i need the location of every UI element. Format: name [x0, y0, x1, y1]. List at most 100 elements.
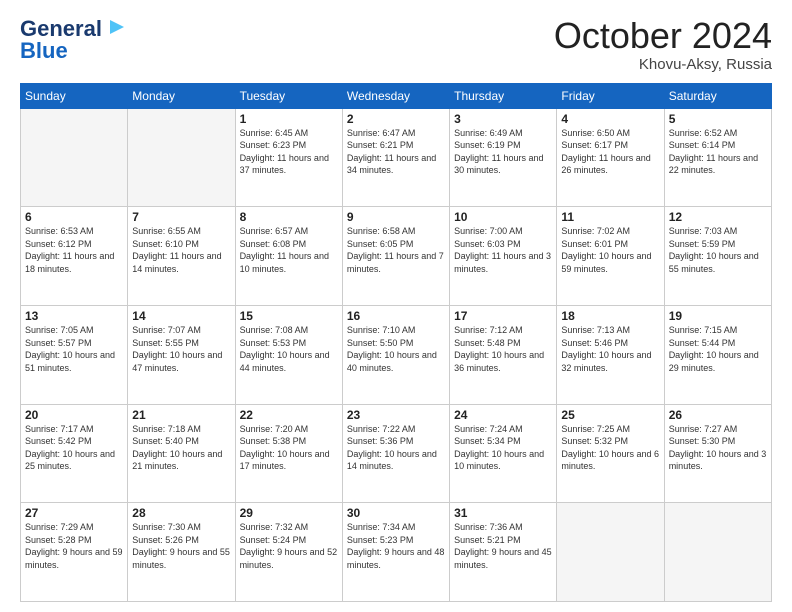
day-number: 17	[454, 309, 552, 323]
logo: General Blue	[20, 16, 126, 65]
day-info: Sunrise: 7:20 AMSunset: 5:38 PMDaylight:…	[240, 423, 338, 473]
day-number: 25	[561, 408, 659, 422]
calendar-week-row: 1Sunrise: 6:45 AMSunset: 6:23 PMDaylight…	[21, 108, 772, 207]
month-title: October 2024	[554, 16, 772, 56]
day-number: 13	[25, 309, 123, 323]
day-number: 19	[669, 309, 767, 323]
day-info: Sunrise: 7:00 AMSunset: 6:03 PMDaylight:…	[454, 225, 552, 275]
day-number: 4	[561, 112, 659, 126]
table-row: 13Sunrise: 7:05 AMSunset: 5:57 PMDayligh…	[21, 305, 128, 404]
day-number: 21	[132, 408, 230, 422]
table-row: 3Sunrise: 6:49 AMSunset: 6:19 PMDaylight…	[450, 108, 557, 207]
day-info: Sunrise: 6:52 AMSunset: 6:14 PMDaylight:…	[669, 127, 767, 177]
table-row: 30Sunrise: 7:34 AMSunset: 5:23 PMDayligh…	[342, 503, 449, 602]
table-row: 31Sunrise: 7:36 AMSunset: 5:21 PMDayligh…	[450, 503, 557, 602]
table-row: 4Sunrise: 6:50 AMSunset: 6:17 PMDaylight…	[557, 108, 664, 207]
logo-blue: Blue	[20, 38, 68, 64]
table-row: 17Sunrise: 7:12 AMSunset: 5:48 PMDayligh…	[450, 305, 557, 404]
day-number: 20	[25, 408, 123, 422]
calendar-week-row: 6Sunrise: 6:53 AMSunset: 6:12 PMDaylight…	[21, 207, 772, 306]
day-info: Sunrise: 6:47 AMSunset: 6:21 PMDaylight:…	[347, 127, 445, 177]
calendar-week-row: 20Sunrise: 7:17 AMSunset: 5:42 PMDayligh…	[21, 404, 772, 503]
table-row	[557, 503, 664, 602]
day-info: Sunrise: 7:34 AMSunset: 5:23 PMDaylight:…	[347, 521, 445, 571]
day-number: 14	[132, 309, 230, 323]
day-number: 16	[347, 309, 445, 323]
table-row: 1Sunrise: 6:45 AMSunset: 6:23 PMDaylight…	[235, 108, 342, 207]
day-number: 6	[25, 210, 123, 224]
table-row: 22Sunrise: 7:20 AMSunset: 5:38 PMDayligh…	[235, 404, 342, 503]
table-row: 26Sunrise: 7:27 AMSunset: 5:30 PMDayligh…	[664, 404, 771, 503]
day-info: Sunrise: 7:32 AMSunset: 5:24 PMDaylight:…	[240, 521, 338, 571]
day-number: 29	[240, 506, 338, 520]
day-info: Sunrise: 7:29 AMSunset: 5:28 PMDaylight:…	[25, 521, 123, 571]
day-info: Sunrise: 7:02 AMSunset: 6:01 PMDaylight:…	[561, 225, 659, 275]
table-row: 6Sunrise: 6:53 AMSunset: 6:12 PMDaylight…	[21, 207, 128, 306]
page: General Blue October 2024 Khovu-Aksy, Ru…	[0, 0, 792, 612]
day-info: Sunrise: 7:18 AMSunset: 5:40 PMDaylight:…	[132, 423, 230, 473]
day-number: 8	[240, 210, 338, 224]
calendar-table: Sunday Monday Tuesday Wednesday Thursday…	[20, 83, 772, 602]
day-info: Sunrise: 7:36 AMSunset: 5:21 PMDaylight:…	[454, 521, 552, 571]
day-info: Sunrise: 7:03 AMSunset: 5:59 PMDaylight:…	[669, 225, 767, 275]
table-row: 19Sunrise: 7:15 AMSunset: 5:44 PMDayligh…	[664, 305, 771, 404]
day-info: Sunrise: 7:05 AMSunset: 5:57 PMDaylight:…	[25, 324, 123, 374]
table-row: 11Sunrise: 7:02 AMSunset: 6:01 PMDayligh…	[557, 207, 664, 306]
table-row	[21, 108, 128, 207]
table-row: 23Sunrise: 7:22 AMSunset: 5:36 PMDayligh…	[342, 404, 449, 503]
day-number: 3	[454, 112, 552, 126]
table-row: 28Sunrise: 7:30 AMSunset: 5:26 PMDayligh…	[128, 503, 235, 602]
day-number: 26	[669, 408, 767, 422]
day-number: 31	[454, 506, 552, 520]
day-info: Sunrise: 7:15 AMSunset: 5:44 PMDaylight:…	[669, 324, 767, 374]
header-monday: Monday	[128, 83, 235, 108]
day-number: 11	[561, 210, 659, 224]
day-number: 1	[240, 112, 338, 126]
weekday-header-row: Sunday Monday Tuesday Wednesday Thursday…	[21, 83, 772, 108]
table-row: 18Sunrise: 7:13 AMSunset: 5:46 PMDayligh…	[557, 305, 664, 404]
day-info: Sunrise: 7:08 AMSunset: 5:53 PMDaylight:…	[240, 324, 338, 374]
header-sunday: Sunday	[21, 83, 128, 108]
table-row: 21Sunrise: 7:18 AMSunset: 5:40 PMDayligh…	[128, 404, 235, 503]
day-number: 24	[454, 408, 552, 422]
day-number: 9	[347, 210, 445, 224]
table-row	[664, 503, 771, 602]
day-info: Sunrise: 7:22 AMSunset: 5:36 PMDaylight:…	[347, 423, 445, 473]
table-row: 14Sunrise: 7:07 AMSunset: 5:55 PMDayligh…	[128, 305, 235, 404]
table-row: 16Sunrise: 7:10 AMSunset: 5:50 PMDayligh…	[342, 305, 449, 404]
day-info: Sunrise: 6:49 AMSunset: 6:19 PMDaylight:…	[454, 127, 552, 177]
day-number: 27	[25, 506, 123, 520]
table-row: 5Sunrise: 6:52 AMSunset: 6:14 PMDaylight…	[664, 108, 771, 207]
day-info: Sunrise: 7:17 AMSunset: 5:42 PMDaylight:…	[25, 423, 123, 473]
day-number: 22	[240, 408, 338, 422]
title-area: October 2024 Khovu-Aksy, Russia	[554, 16, 772, 73]
table-row: 27Sunrise: 7:29 AMSunset: 5:28 PMDayligh…	[21, 503, 128, 602]
day-info: Sunrise: 6:57 AMSunset: 6:08 PMDaylight:…	[240, 225, 338, 275]
day-info: Sunrise: 6:55 AMSunset: 6:10 PMDaylight:…	[132, 225, 230, 275]
day-info: Sunrise: 6:58 AMSunset: 6:05 PMDaylight:…	[347, 225, 445, 275]
day-info: Sunrise: 7:27 AMSunset: 5:30 PMDaylight:…	[669, 423, 767, 473]
day-number: 7	[132, 210, 230, 224]
day-number: 23	[347, 408, 445, 422]
day-info: Sunrise: 7:30 AMSunset: 5:26 PMDaylight:…	[132, 521, 230, 571]
header-thursday: Thursday	[450, 83, 557, 108]
day-info: Sunrise: 6:45 AMSunset: 6:23 PMDaylight:…	[240, 127, 338, 177]
day-info: Sunrise: 7:24 AMSunset: 5:34 PMDaylight:…	[454, 423, 552, 473]
header-friday: Friday	[557, 83, 664, 108]
day-number: 18	[561, 309, 659, 323]
day-info: Sunrise: 7:07 AMSunset: 5:55 PMDaylight:…	[132, 324, 230, 374]
day-info: Sunrise: 7:25 AMSunset: 5:32 PMDaylight:…	[561, 423, 659, 473]
calendar-week-row: 13Sunrise: 7:05 AMSunset: 5:57 PMDayligh…	[21, 305, 772, 404]
header-tuesday: Tuesday	[235, 83, 342, 108]
day-info: Sunrise: 7:10 AMSunset: 5:50 PMDaylight:…	[347, 324, 445, 374]
day-number: 30	[347, 506, 445, 520]
table-row: 24Sunrise: 7:24 AMSunset: 5:34 PMDayligh…	[450, 404, 557, 503]
table-row: 15Sunrise: 7:08 AMSunset: 5:53 PMDayligh…	[235, 305, 342, 404]
table-row: 10Sunrise: 7:00 AMSunset: 6:03 PMDayligh…	[450, 207, 557, 306]
header-wednesday: Wednesday	[342, 83, 449, 108]
day-number: 5	[669, 112, 767, 126]
day-number: 15	[240, 309, 338, 323]
table-row: 20Sunrise: 7:17 AMSunset: 5:42 PMDayligh…	[21, 404, 128, 503]
day-info: Sunrise: 6:50 AMSunset: 6:17 PMDaylight:…	[561, 127, 659, 177]
location-subtitle: Khovu-Aksy, Russia	[554, 56, 772, 73]
